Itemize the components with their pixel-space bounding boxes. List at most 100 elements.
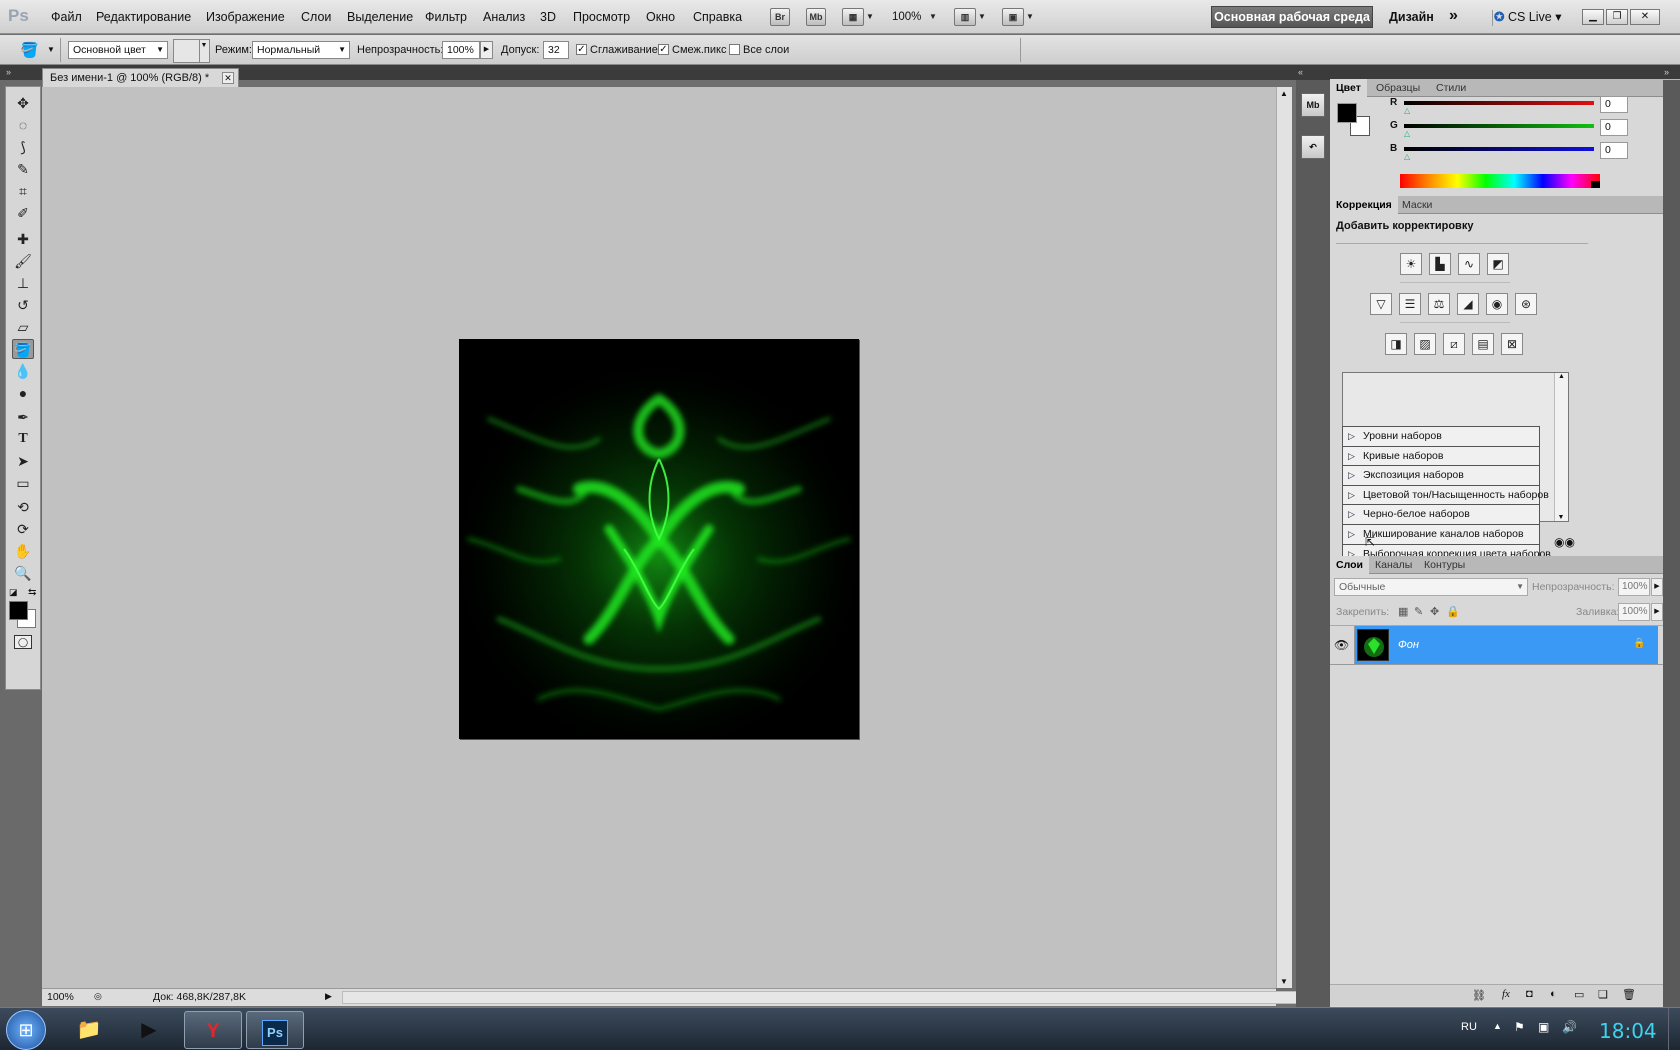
yandex-browser-taskbar-icon[interactable]: Y: [184, 1011, 242, 1049]
lock-transparency-icon[interactable]: ▦: [1398, 605, 1408, 618]
3d-rotate-tool-icon[interactable]: ⟲: [12, 497, 34, 517]
canvas-artwork[interactable]: [459, 339, 859, 739]
extras-icon[interactable]: ▦: [842, 8, 864, 26]
all-layers-checkbox[interactable]: [729, 44, 740, 55]
photo-filter-icon[interactable]: ◉: [1486, 293, 1508, 315]
posterize-icon[interactable]: ▨: [1414, 333, 1436, 355]
tab-layers[interactable]: Слои: [1330, 556, 1369, 574]
color-fg-swatch[interactable]: [1337, 103, 1357, 123]
start-button[interactable]: ⊞: [6, 1010, 46, 1050]
tab-swatches[interactable]: Образцы: [1370, 79, 1426, 97]
status-preview-icon[interactable]: ◎: [94, 991, 102, 1002]
tab-adjustments[interactable]: Коррекция: [1330, 196, 1398, 214]
slider-thumb-icon[interactable]: △: [1404, 129, 1410, 138]
history-dock-icon[interactable]: ↶: [1301, 135, 1325, 159]
preset-item[interactable]: ▷ Уровни наборов: [1342, 426, 1540, 447]
slider-thumb-icon[interactable]: △: [1404, 152, 1410, 161]
menu-help[interactable]: Справка: [693, 10, 742, 24]
close-button[interactable]: ✕: [1630, 9, 1660, 25]
brush-tool-icon[interactable]: 🖌: [12, 251, 34, 271]
document-tab[interactable]: Без имени-1 @ 100% (RGB/8) * ✕: [42, 68, 239, 87]
menu-select[interactable]: Выделение: [347, 10, 413, 24]
levels-icon[interactable]: ▙: [1429, 253, 1451, 275]
volume-icon[interactable]: 🔊: [1562, 1020, 1577, 1034]
antialias-checkbox[interactable]: ✓: [576, 44, 587, 55]
path-select-tool-icon[interactable]: ➤: [12, 451, 34, 471]
layer-row[interactable]: 👁 Фон 🔒: [1330, 626, 1680, 665]
3d-orbit-tool-icon[interactable]: ⟳: [12, 519, 34, 539]
status-zoom[interactable]: 100%: [47, 991, 74, 1003]
network-icon[interactable]: ▣: [1538, 1020, 1549, 1034]
collapse-toolbox-icon[interactable]: »: [6, 67, 11, 77]
color-balance-icon[interactable]: ⚖: [1428, 293, 1450, 315]
exposure-icon[interactable]: ◩: [1487, 253, 1509, 275]
restore-button[interactable]: ❐: [1606, 9, 1628, 25]
fill-input[interactable]: 100%: [1618, 603, 1650, 621]
channel-value-input[interactable]: 0: [1600, 96, 1628, 113]
blur-tool-icon[interactable]: 💧: [12, 361, 34, 381]
language-indicator[interactable]: RU: [1461, 1021, 1477, 1033]
expand-dock-icon[interactable]: «: [1298, 67, 1303, 77]
eyedropper-tool-icon[interactable]: ✐: [12, 203, 34, 223]
menu-window[interactable]: Окно: [646, 10, 675, 24]
tab-masks[interactable]: Маски: [1396, 196, 1438, 214]
preset-item[interactable]: ▷ Экспозиция наборов: [1342, 465, 1540, 487]
tab-styles[interactable]: Стили: [1430, 79, 1472, 97]
channel-slider[interactable]: [1404, 147, 1594, 151]
vertical-scrollbar[interactable]: ▲ ▼: [1276, 87, 1292, 988]
channel-value-input[interactable]: 0: [1600, 142, 1628, 159]
tray-expand-icon[interactable]: ▲: [1493, 1021, 1502, 1031]
layer-style-icon[interactable]: fx: [1502, 988, 1510, 1000]
tab-color[interactable]: Цвет: [1330, 79, 1367, 97]
selective-color-icon[interactable]: ⊠: [1501, 333, 1523, 355]
spectrum-bar[interactable]: [1400, 174, 1600, 188]
zoom-tool-icon[interactable]: 🔍: [12, 563, 34, 583]
brightness-icon[interactable]: ☀: [1400, 253, 1422, 275]
more-workspaces-icon[interactable]: »: [1449, 7, 1458, 25]
chevron-down-icon[interactable]: ▼: [929, 12, 937, 21]
horizontal-scrollbar[interactable]: [342, 991, 1302, 1004]
delete-layer-icon[interactable]: 🗑: [1622, 988, 1636, 1001]
tab-channels[interactable]: Каналы: [1369, 556, 1418, 574]
blend-mode-select[interactable]: Обычные ▼: [1334, 578, 1528, 596]
pattern-picker[interactable]: ▼: [173, 39, 210, 63]
chevron-down-icon[interactable]: ▼: [978, 12, 986, 21]
menu-analysis[interactable]: Анализ: [483, 10, 525, 24]
fill-source-select[interactable]: Основной цвет ▼: [68, 41, 168, 59]
healing-brush-tool-icon[interactable]: ✚: [12, 229, 34, 249]
opacity-input[interactable]: 100%: [442, 41, 480, 59]
opacity-slider-arrow-icon[interactable]: ▶: [480, 41, 493, 59]
spectrum-black-swatch[interactable]: [1591, 181, 1600, 188]
new-group-icon[interactable]: ▭: [1574, 988, 1584, 1001]
eye-icon[interactable]: 👁: [1334, 638, 1349, 652]
mini-bridge-button[interactable]: Mb: [806, 8, 826, 26]
swap-colors-icon[interactable]: ⇆: [28, 587, 36, 598]
hand-tool-icon[interactable]: ✋: [12, 541, 34, 561]
minimize-button[interactable]: ▁: [1582, 9, 1604, 25]
clone-stamp-tool-icon[interactable]: ⊥: [12, 273, 34, 293]
dodge-tool-icon[interactable]: ●: [12, 383, 34, 403]
paint-bucket-tool-icon[interactable]: 🪣: [12, 339, 34, 359]
menu-layers[interactable]: Слои: [301, 10, 331, 24]
menu-3d[interactable]: 3D: [540, 10, 556, 24]
collapse-panels-icon[interactable]: »: [1664, 67, 1669, 77]
foreground-color-swatch[interactable]: [9, 601, 28, 620]
tolerance-input[interactable]: 32: [543, 41, 569, 59]
mode-select[interactable]: Нормальный ▼: [252, 41, 350, 59]
lasso-tool-icon[interactable]: ⟆: [12, 137, 34, 157]
type-tool-icon[interactable]: T: [12, 429, 34, 449]
new-layer-icon[interactable]: ❏: [1598, 988, 1608, 1001]
crop-tool-icon[interactable]: ⌗: [12, 181, 34, 201]
hue-saturation-icon[interactable]: ☰: [1399, 293, 1421, 315]
menu-file[interactable]: Файл: [51, 10, 82, 24]
menu-view[interactable]: Просмотр: [573, 10, 630, 24]
vibrance-icon[interactable]: ▽: [1370, 293, 1392, 315]
slider-thumb-icon[interactable]: △: [1404, 106, 1410, 115]
black-white-icon[interactable]: ◢: [1457, 293, 1479, 315]
chevron-down-icon[interactable]: ▼: [866, 12, 874, 21]
menu-edit[interactable]: Редактирование: [96, 10, 191, 24]
clock[interactable]: 18:04: [1599, 1019, 1657, 1043]
quick-select-tool-icon[interactable]: ✎: [12, 159, 34, 179]
show-desktop-button[interactable]: [1668, 1008, 1680, 1050]
default-colors-icon[interactable]: ◪: [9, 587, 18, 598]
